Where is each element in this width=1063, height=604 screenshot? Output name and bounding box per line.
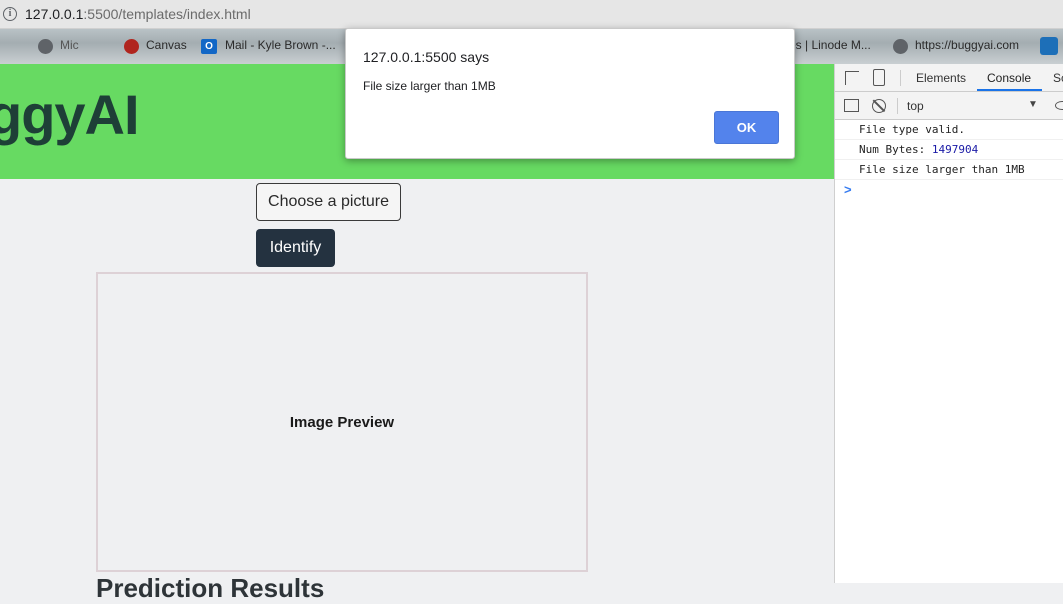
console-toolbar: top ▼ [835,92,1063,120]
trello-icon[interactable] [1040,37,1058,55]
console-log-text: Num Bytes: [859,143,932,156]
tab-elements[interactable]: Elements [916,71,966,85]
bookmark-buggyai[interactable]: https://buggyai.com [915,38,1019,52]
console-log-line: Num Bytes: 1497904 [835,140,1063,160]
ok-button[interactable]: OK [714,111,779,144]
divider [900,70,901,86]
results-heading: Prediction Results [96,573,325,603]
dialog-message: File size larger than 1MB [363,79,496,93]
chevron-down-icon[interactable]: ▼ [1028,99,1038,110]
context-selector[interactable]: top [907,99,924,113]
info-icon[interactable]: i [3,7,17,21]
canvas-icon [124,39,139,54]
devtools-panel: Elements Console Sc top ▼ File type vali… [834,64,1063,583]
globe-icon [893,39,908,54]
choose-picture-button[interactable]: Choose a picture [256,183,401,221]
outlook-icon: O [201,39,217,54]
console-prompt-icon[interactable]: > [844,182,852,197]
bookmark-mic[interactable]: Mic [60,38,79,52]
divider [897,98,898,114]
globe-icon [38,39,53,54]
identify-button[interactable]: Identify [256,229,335,267]
image-preview-box: Image Preview [96,272,588,572]
console-sidebar-icon[interactable] [844,99,859,112]
eye-icon[interactable] [1055,101,1063,110]
bookmark-mail[interactable]: Mail - Kyle Brown -... [225,38,336,52]
url-text[interactable]: 127.0.0.1:5500/templates/index.html [25,6,251,22]
dialog-title: 127.0.0.1:5500 says [363,49,490,65]
devtools-tabbar: Elements Console Sc [835,64,1063,92]
tab-sources[interactable]: Sc [1053,71,1063,85]
console-log-line: File type valid. [835,120,1063,140]
image-preview-label: Image Preview [289,414,395,431]
inspect-element-icon[interactable] [845,71,859,85]
active-tab-indicator [977,89,1042,91]
address-bar[interactable]: i 127.0.0.1:5500/templates/index.html [0,0,1063,29]
url-port-path: :5500/templates/index.html [83,6,251,22]
console-log-line: File size larger than 1MB [835,160,1063,180]
bookmark-canvas[interactable]: Canvas [146,38,187,52]
site-title: ggyAI [0,83,140,146]
alert-dialog: 127.0.0.1:5500 says File size larger tha… [345,28,795,159]
tab-console[interactable]: Console [987,71,1031,85]
console-log-number: 1497904 [931,143,979,156]
url-host: 127.0.0.1 [25,6,84,22]
device-toggle-icon[interactable] [873,69,885,86]
bookmark-linode[interactable]: es | Linode M... [789,38,871,52]
